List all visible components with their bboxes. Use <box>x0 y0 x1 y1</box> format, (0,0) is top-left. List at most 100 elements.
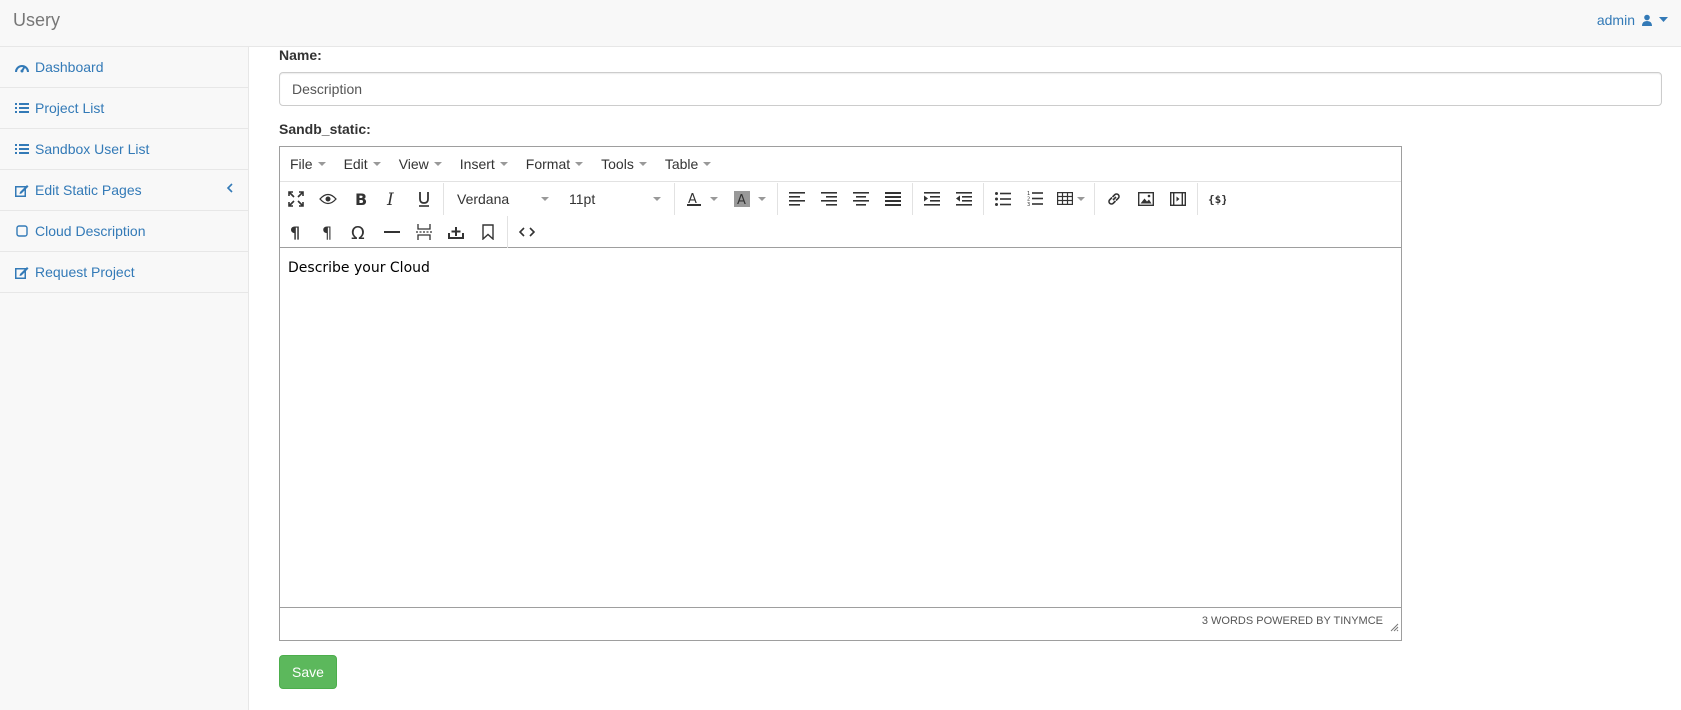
sidebar-item-label: Cloud Description <box>35 223 146 239</box>
status-text: 3 WORDS POWERED BY TINYMCE <box>1201 615 1383 627</box>
image-button[interactable] <box>1130 184 1162 214</box>
font-size-value: 11pt <box>569 190 596 207</box>
toolbar-separator <box>983 182 984 215</box>
caret-down-icon <box>638 162 647 166</box>
outdent-icon <box>956 191 972 206</box>
font-family-select[interactable]: Verdana <box>447 184 559 214</box>
background-color-icon: A <box>734 190 750 207</box>
bullet-list-button[interactable] <box>987 184 1019 214</box>
caret-down-icon <box>758 196 766 201</box>
code-icon <box>519 226 535 237</box>
numbered-list-button[interactable]: 123 <box>1019 184 1051 214</box>
svg-text:{$}: {$} <box>1208 193 1226 206</box>
menu-format[interactable]: Format <box>526 156 584 172</box>
caret-down-icon <box>317 162 326 166</box>
toolbar-separator <box>777 182 778 215</box>
source-code-button[interactable] <box>511 217 543 247</box>
font-size-select[interactable]: 11pt <box>559 184 671 214</box>
outdent-button[interactable] <box>948 184 980 214</box>
toolbar-separator <box>443 182 444 215</box>
name-input[interactable] <box>279 72 1662 106</box>
link-button[interactable] <box>1098 184 1130 214</box>
text-color-button[interactable]: A <box>678 184 726 214</box>
editor-toolbar: B I Verdana 11pt A A 1 2 3 {$} ¶ ¶ Ω <box>280 182 1401 248</box>
align-justify-button[interactable] <box>877 184 909 214</box>
align-left-button[interactable] <box>781 184 813 214</box>
bold-button[interactable]: B <box>344 184 376 214</box>
rich-text-editor: File Edit View Insert Format Tools Table… <box>279 146 1402 641</box>
menu-view[interactable]: View <box>399 156 442 172</box>
edit-icon <box>15 265 29 279</box>
caret-down-icon <box>499 162 508 166</box>
svg-text:3: 3 <box>1027 202 1030 206</box>
horizontal-rule-button[interactable] <box>376 217 408 247</box>
sidebar-item-request-project[interactable]: Request Project <box>0 252 248 293</box>
omega-icon: Ω <box>351 224 365 240</box>
sidebar-item-edit-static-pages[interactable]: Edit Static Pages <box>0 170 248 211</box>
sidebar-item-dashboard[interactable]: Dashboard <box>0 47 248 88</box>
sidebar-item-label: Sandbox User List <box>35 141 150 157</box>
list-icon <box>15 142 29 156</box>
svg-text:¶: ¶ <box>322 224 332 240</box>
special-char-button[interactable]: Ω <box>344 217 376 247</box>
sidebar-item-label: Edit Static Pages <box>35 182 142 198</box>
chevron-left-icon <box>226 183 233 193</box>
sidebar-item-sandbox-user-list[interactable]: Sandbox User List <box>0 129 248 170</box>
menu-label: File <box>290 156 313 172</box>
user-icon <box>1642 14 1652 26</box>
bold-icon: B <box>355 191 367 207</box>
underline-button[interactable] <box>408 184 440 214</box>
media-button[interactable] <box>1162 184 1194 214</box>
menu-table[interactable]: Table <box>664 156 712 172</box>
user-name: admin <box>1596 12 1635 28</box>
align-right-button[interactable] <box>813 184 845 214</box>
editor-menubar: File Edit View Insert Format Tools Table <box>280 147 1401 182</box>
svg-text:B: B <box>355 191 367 207</box>
insert-datetime-button[interactable] <box>440 217 472 247</box>
indent-button[interactable] <box>916 184 948 214</box>
sidebar-item-cloud-description[interactable]: Cloud Description <box>0 211 248 252</box>
preview-button[interactable] <box>312 184 344 214</box>
brand-link[interactable]: Usery <box>13 10 60 31</box>
square-icon <box>15 224 29 238</box>
save-button[interactable]: Save <box>279 655 337 689</box>
caret-down-icon <box>703 162 712 166</box>
paragraph-ltr-button[interactable]: ¶ <box>280 217 312 247</box>
menu-label: Edit <box>343 156 368 172</box>
toolbar-separator <box>1094 182 1095 215</box>
code-braces-icon: {$} <box>1208 193 1226 206</box>
resize-handle-icon[interactable] <box>1389 622 1399 632</box>
italic-button[interactable]: I <box>376 184 408 214</box>
fullscreen-button[interactable] <box>280 184 312 214</box>
menu-label: Table <box>664 156 699 172</box>
menu-tools[interactable]: Tools <box>601 156 647 172</box>
menu-insert[interactable]: Insert <box>460 156 508 172</box>
align-center-button[interactable] <box>845 184 877 214</box>
sidebar: Dashboard Project List Sandbox User List… <box>0 47 249 710</box>
media-icon <box>1170 191 1186 206</box>
table-button[interactable] <box>1051 184 1091 214</box>
svg-text:Ω: Ω <box>351 224 365 240</box>
sidebar-item-project-list[interactable]: Project List <box>0 88 248 129</box>
template-button[interactable]: {$} <box>1201 184 1233 214</box>
sidebar-item-label: Dashboard <box>35 59 104 75</box>
paragraph-rtl-button[interactable]: ¶ <box>312 217 344 247</box>
caret-down-icon <box>1659 17 1668 22</box>
pilcrow-icon: ¶ <box>322 224 332 240</box>
background-color-button[interactable]: A <box>726 184 774 214</box>
toolbar-separator <box>507 215 508 248</box>
user-menu[interactable]: admin <box>1597 12 1668 28</box>
dashboard-icon <box>15 60 29 74</box>
page-break-button[interactable] <box>408 217 440 247</box>
menu-label: View <box>398 156 429 172</box>
numbered-list-icon: 123 <box>1027 191 1043 206</box>
menu-file[interactable]: File <box>290 156 326 172</box>
align-right-icon <box>821 191 837 206</box>
bullet-list-icon <box>995 191 1011 206</box>
anchor-button[interactable] <box>472 217 504 247</box>
editor-content[interactable]: Describe your Cloud <box>280 248 1401 607</box>
menu-label: Tools <box>601 156 634 172</box>
menu-edit[interactable]: Edit <box>344 156 381 172</box>
menu-label: Insert <box>459 156 495 172</box>
caret-down-icon <box>710 196 718 201</box>
